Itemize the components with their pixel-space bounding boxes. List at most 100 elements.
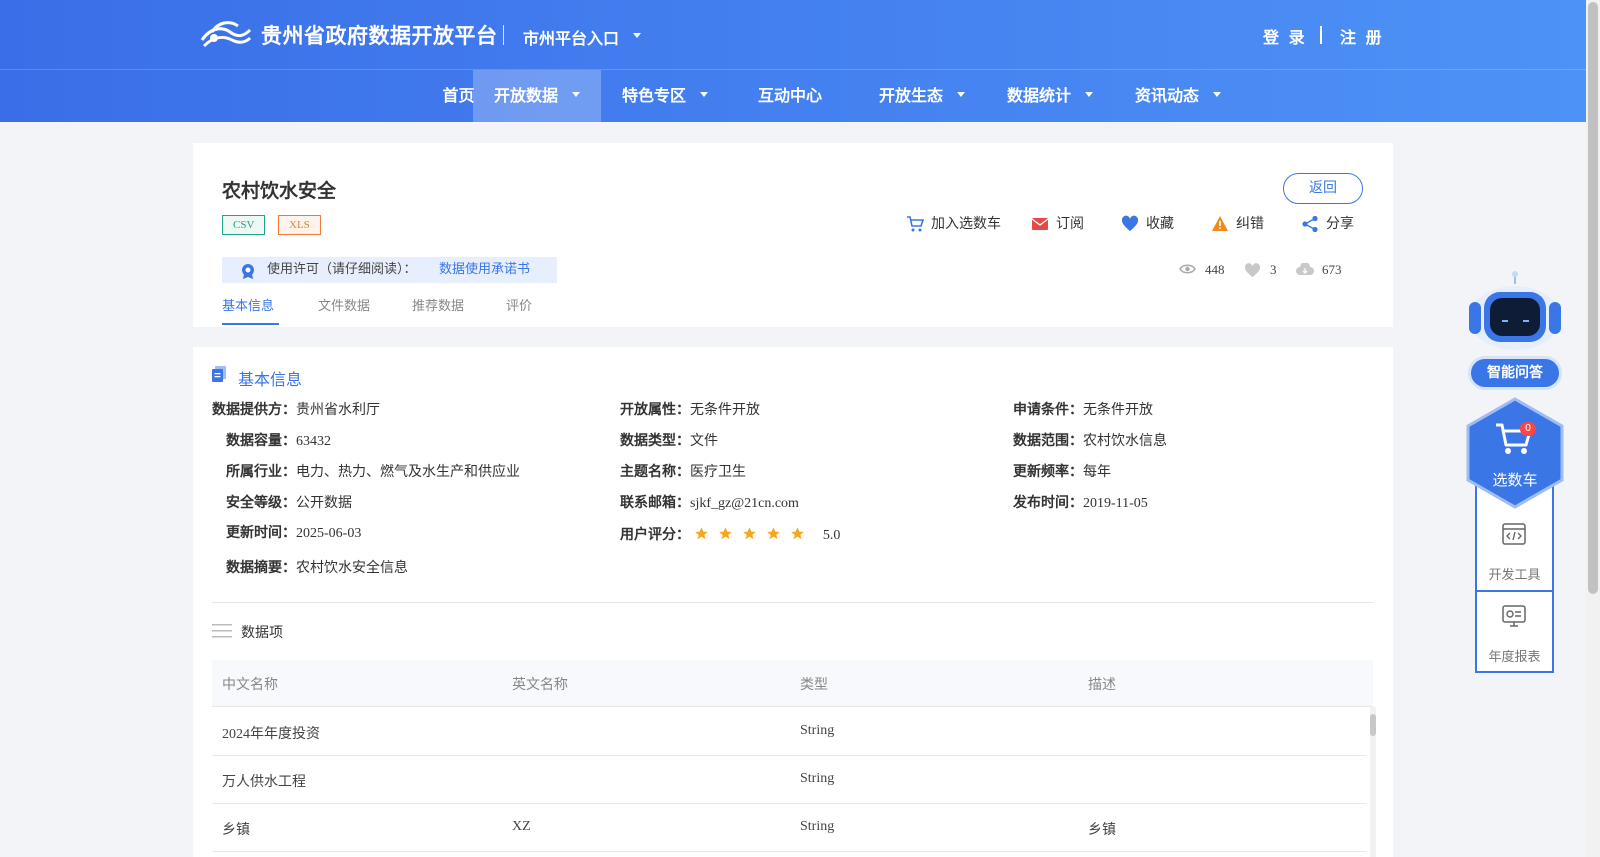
register-link[interactable]: 注 册 [1340, 24, 1384, 48]
field-topic: 主题名称：医疗卫生 [620, 464, 746, 480]
eye-icon [1179, 264, 1196, 274]
action-label: 分享 [1326, 216, 1354, 232]
field-provider: 数据提供方：贵州省水利厅 [212, 402, 380, 418]
views-count: 448 [1205, 262, 1225, 277]
format-tag-xls: XLS [278, 215, 321, 235]
star-icon [791, 527, 805, 540]
cart-icon [907, 216, 924, 232]
star-icon [743, 527, 757, 540]
column-header: 英文名称 [512, 677, 568, 693]
table-row: 乡镇 XZ String 乡镇 [212, 804, 1366, 852]
chevron-down-icon [1085, 92, 1093, 97]
annual-report-label: 年度报表 [1488, 650, 1541, 665]
table-row: 万人供水工程 String [212, 756, 1366, 804]
star-icon [695, 527, 709, 540]
dataset-header-card: 农村饮水安全 CSV XLS 返回 加入选数车 订阅 收藏 纠错 分享 使用许可… [193, 143, 1393, 327]
dev-tools-label: 开发工具 [1488, 568, 1541, 583]
city-platform-dropdown[interactable]: 市州平台入口 [523, 25, 619, 49]
field-industry: 所属行业：电力、热力、燃气及水生产和供应业 [226, 464, 520, 480]
section-title-text: 基本信息 [238, 370, 303, 389]
main-nav: 首页 开放数据 特色专区 互动中心 开放生态 数据统计 资讯动态 [0, 70, 1586, 122]
site-title[interactable]: 贵州省政府数据开放平台 [261, 20, 498, 50]
field-frequency: 更新频率：每年 [1013, 464, 1111, 480]
cloud-download-icon [1296, 263, 1314, 275]
chevron-down-icon [572, 92, 580, 97]
heart-icon [1244, 263, 1261, 278]
star-icon [767, 527, 781, 540]
nav-item-ecosystem[interactable]: 开放生态 [858, 70, 986, 122]
login-link[interactable]: 登 录 [1263, 24, 1307, 48]
table-cell: String [800, 771, 835, 786]
field-data-scope: 数据范围：农村饮水信息 [1013, 433, 1167, 449]
warning-icon [1212, 216, 1228, 231]
chevron-down-icon [1213, 92, 1221, 97]
field-email: 联系邮箱：sjkf_gz@21cn.com [620, 495, 799, 511]
column-header: 中文名称 [222, 677, 278, 693]
dataset-title: 农村饮水安全 [222, 180, 337, 202]
likes-count: 3 [1270, 262, 1277, 277]
logo-icon[interactable] [200, 18, 252, 52]
chevron-down-icon[interactable] [633, 33, 641, 38]
dev-tools-button[interactable]: 开发工具 [1477, 510, 1552, 592]
site-header: 贵州省政府数据开放平台 市州平台入口 登 录 注 册 首页 开放数据 特色专区 … [0, 0, 1586, 122]
back-button[interactable]: 返回 [1283, 173, 1363, 204]
code-icon [1502, 523, 1526, 545]
column-header: 类型 [800, 677, 828, 693]
chevron-down-icon [700, 92, 708, 97]
nav-item-special-zone[interactable]: 特色专区 [601, 70, 729, 122]
table-row: 2024年年度投资 String [212, 708, 1366, 756]
license-text: 使用许可（请仔细阅读）： [267, 262, 417, 277]
smart-qa-button[interactable]: 智能问答 [1468, 356, 1562, 390]
cart-hexagon-button[interactable] [1465, 397, 1565, 509]
field-summary: 数据摘要：农村饮水安全信息 [226, 560, 408, 576]
table-cell: 乡镇 [1088, 823, 1116, 838]
table-cell: String [800, 723, 835, 738]
basic-info-card: 基本信息 数据提供方：贵州省水利厅 开放属性：无条件开放 申请条件：无条件开放 … [193, 347, 1393, 857]
action-label: 纠错 [1236, 216, 1264, 232]
table-cell: 2024年年度投资 [222, 727, 320, 742]
format-tag-csv: CSV [222, 215, 266, 235]
nav-item-statistics[interactable]: 数据统计 [986, 70, 1114, 122]
downloads-count: 673 [1322, 262, 1342, 277]
divider [1320, 26, 1322, 44]
rating-value: 5.0 [822, 528, 841, 543]
tab-recommended[interactable]: 推荐数据 [412, 295, 464, 314]
action-label: 订阅 [1056, 216, 1084, 232]
column-header: 描述 [1088, 677, 1116, 693]
nav-item-news[interactable]: 资讯动态 [1114, 70, 1242, 122]
page-scrollbar-thumb[interactable] [1588, 2, 1598, 594]
share-icon [1302, 215, 1318, 233]
field-update-time: 更新时间：2025-06-03 [226, 525, 362, 541]
chevron-down-icon [957, 92, 965, 97]
tab-file-data[interactable]: 文件数据 [318, 295, 370, 314]
mail-icon [1031, 218, 1049, 230]
field-open-attr: 开放属性：无条件开放 [620, 402, 760, 418]
table-scrollbar-thumb[interactable] [1370, 714, 1376, 736]
active-tab-indicator [222, 323, 279, 325]
tab-reviews[interactable]: 评价 [506, 295, 532, 314]
nav-item-interaction[interactable]: 互动中心 [740, 70, 840, 122]
cart-label[interactable]: 选数车 [1465, 469, 1565, 490]
action-label: 加入选数车 [931, 216, 1001, 232]
heart-icon [1121, 215, 1139, 231]
field-security: 安全等级：公开数据 [226, 495, 352, 511]
list-icon [212, 624, 232, 638]
data-items-title-text: 数据项 [241, 625, 283, 641]
tab-basic-info[interactable]: 基本信息 [222, 295, 274, 314]
field-apply-cond: 申请条件：无条件开放 [1013, 402, 1153, 418]
rating-stars [694, 526, 814, 545]
annual-report-button[interactable]: 年度报表 [1477, 592, 1552, 674]
field-data-type: 数据类型：文件 [620, 433, 718, 449]
top-bar: 贵州省政府数据开放平台 市州平台入口 登 录 注 册 [0, 0, 1586, 70]
field-publish-time: 发布时间：2019-11-05 [1013, 495, 1148, 511]
table-cell: 乡镇 [222, 823, 250, 838]
robot-assistant-icon[interactable] [1462, 270, 1562, 350]
table-cell: XZ [512, 819, 531, 834]
table-cell: 万人供水工程 [222, 775, 306, 790]
table-header: 中文名称 英文名称 类型 描述 [212, 660, 1373, 707]
cart-count-badge: 0 [1520, 422, 1536, 436]
field-rating: 用户评分： 5.0 [620, 526, 841, 545]
license-link[interactable]: 数据使用承诺书 [439, 257, 530, 283]
nav-item-open-data[interactable]: 开放数据 [473, 70, 601, 122]
document-icon [212, 366, 226, 382]
